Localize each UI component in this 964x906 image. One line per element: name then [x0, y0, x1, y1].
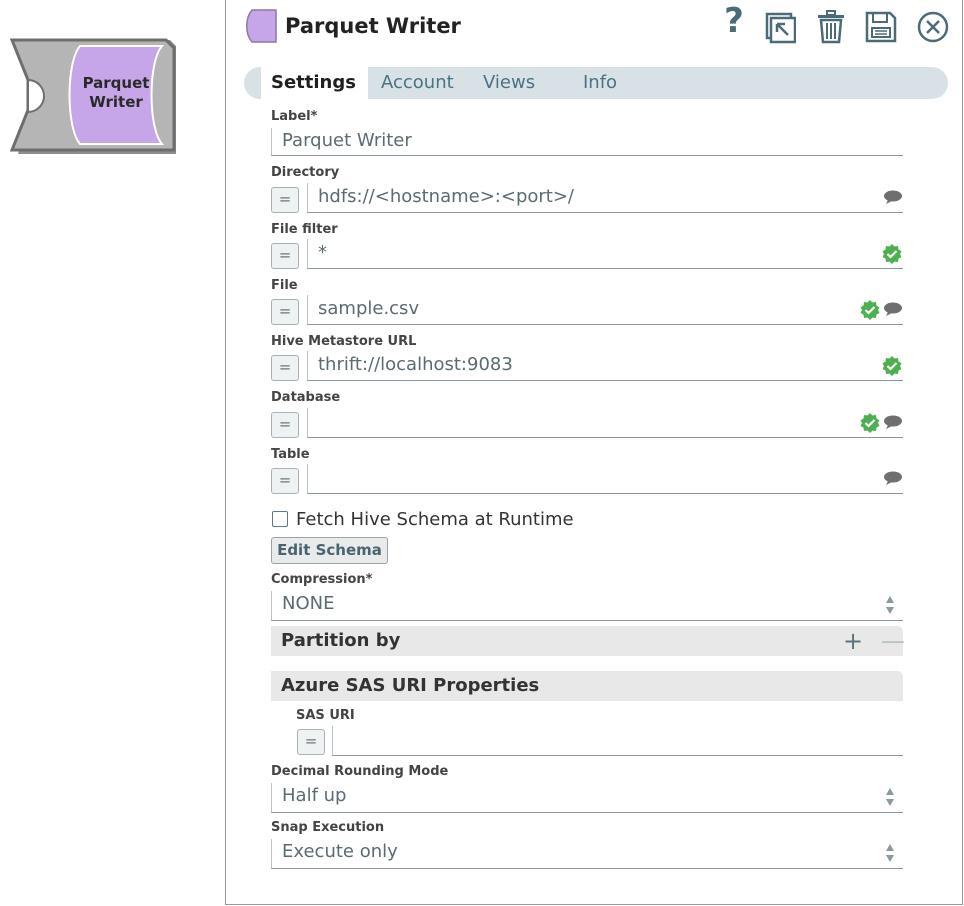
comment-icon[interactable]	[883, 415, 903, 429]
decimal-rounding-field-label: Decimal Rounding Mode	[271, 764, 449, 779]
snap-node-label: Parquet Writer	[82, 74, 150, 111]
remove-partition-button[interactable]: —	[881, 626, 905, 656]
export-icon[interactable]	[764, 10, 796, 44]
file-filter-expression-toggle[interactable]: =	[271, 243, 299, 269]
table-input[interactable]	[307, 464, 903, 494]
snap-execution-select[interactable]: Execute only	[271, 839, 903, 869]
hive-metastore-url-input[interactable]: thrift://localhost:9083	[307, 351, 903, 381]
file-filter-input[interactable]: *	[307, 239, 903, 269]
valid-check-icon	[860, 300, 880, 320]
delete-icon[interactable]	[816, 10, 846, 44]
tab-info[interactable]: Info	[583, 67, 617, 99]
azure-sas-title: Azure SAS URI Properties	[281, 675, 540, 696]
save-icon[interactable]	[865, 10, 897, 44]
sas-uri-field-label: SAS URI	[296, 708, 355, 723]
select-arrows-icon	[886, 596, 894, 614]
database-field-label: Database	[271, 390, 341, 405]
sas-uri-expression-toggle[interactable]: =	[297, 729, 325, 755]
label-input[interactable]: Parquet Writer	[271, 128, 903, 156]
database-expression-toggle[interactable]: =	[271, 412, 299, 438]
valid-check-icon	[882, 356, 902, 376]
table-expression-toggle[interactable]: =	[271, 468, 299, 494]
valid-check-icon	[882, 244, 902, 264]
compression-select[interactable]: NONE	[271, 591, 903, 621]
dialog-title: Parquet Writer	[285, 14, 461, 38]
comment-icon[interactable]	[883, 471, 903, 485]
fetch-hive-schema-checkbox[interactable]	[272, 511, 288, 527]
fetch-hive-schema-label: Fetch Hive Schema at Runtime	[296, 509, 574, 530]
table-field-label: Table	[271, 447, 310, 462]
file-filter-field-label: File filter	[271, 222, 338, 237]
sas-uri-input[interactable]	[332, 726, 903, 756]
select-arrows-icon	[886, 788, 894, 806]
title-bar: Parquet Writer ?	[226, 0, 962, 56]
directory-field-label: Directory	[271, 165, 340, 180]
file-expression-toggle[interactable]: =	[271, 299, 299, 325]
tab-views[interactable]: Views	[483, 67, 535, 99]
tab-settings[interactable]: Settings	[261, 67, 368, 99]
tab-account[interactable]: Account	[381, 67, 454, 99]
compression-field-label: Compression*	[271, 572, 373, 587]
snap-settings-dialog: Parquet Writer ? Settings Account Views	[225, 0, 963, 905]
hive-metastore-url-expression-toggle[interactable]: =	[271, 355, 299, 381]
snap-type-icon	[246, 9, 277, 43]
select-arrows-icon	[886, 844, 894, 862]
label-field-label: Label*	[271, 109, 318, 124]
help-icon[interactable]: ?	[722, 1, 746, 41]
snap-execution-field-label: Snap Execution	[271, 820, 385, 835]
comment-icon[interactable]	[883, 190, 903, 204]
partition-by-section: Partition by + —	[271, 626, 905, 656]
close-icon[interactable]	[917, 10, 949, 44]
database-input[interactable]	[307, 408, 903, 438]
decimal-rounding-select[interactable]: Half up	[271, 783, 903, 813]
comment-icon[interactable]	[883, 302, 903, 316]
add-partition-button[interactable]: +	[843, 626, 863, 656]
tab-bar: Settings Account Views Info	[244, 67, 948, 99]
file-input[interactable]: sample.csv	[307, 295, 903, 325]
valid-check-icon	[860, 413, 880, 433]
file-field-label: File	[271, 278, 298, 293]
partition-by-title: Partition by	[281, 630, 401, 651]
azure-sas-section: Azure SAS URI Properties	[271, 671, 903, 701]
hive-metastore-url-field-label: Hive Metastore URL	[271, 334, 417, 349]
directory-input[interactable]: hdfs://<hostname>:<port>/	[307, 183, 903, 213]
directory-expression-toggle[interactable]: =	[271, 187, 299, 213]
edit-schema-button[interactable]: Edit Schema	[271, 537, 388, 564]
